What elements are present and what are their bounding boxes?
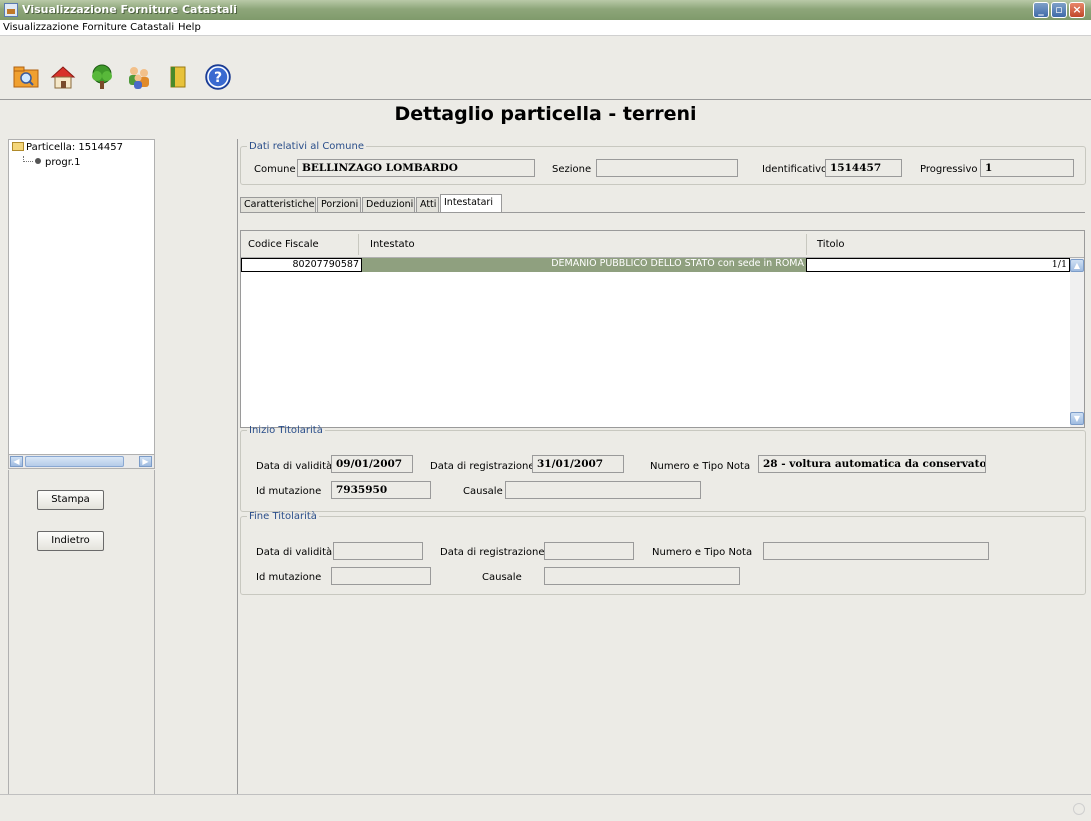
print-button[interactable]: Stampa (37, 490, 104, 510)
tree-connector (23, 156, 33, 162)
minimize-button[interactable]: _ (1033, 2, 1049, 18)
scroll-down-icon[interactable]: ▼ (1070, 412, 1084, 425)
cell-titolo[interactable]: 1/1 (806, 258, 1070, 272)
inizio-id-mutazione-field[interactable]: 7935950 (331, 481, 431, 499)
tree-item-label: progr.1 (45, 157, 81, 168)
fine-data-validita-label: Data di validità (256, 547, 333, 558)
menu-help[interactable]: Help (178, 22, 201, 33)
inizio-data-registrazione-field[interactable]: 31/01/2007 (532, 455, 624, 473)
inizio-causale-field[interactable] (505, 481, 701, 499)
maximize-button[interactable]: ▫ (1051, 2, 1067, 18)
table-header: Codice Fiscale Intestato Titolo (241, 231, 1084, 258)
fine-numero-tipo-nota-label: Numero e Tipo Nota (652, 547, 753, 558)
tab-caratteristiche[interactable]: Caratteristiche (240, 197, 316, 213)
book-icon[interactable] (165, 63, 193, 91)
fine-data-validita-field[interactable] (333, 542, 423, 560)
inizio-data-validita-label: Data di validità (256, 461, 333, 472)
tree-root-label: Particella: 1514457 (26, 142, 123, 153)
identificativo-field[interactable]: 1514457 (825, 159, 902, 177)
tab-deduzioni[interactable]: Deduzioni (362, 197, 415, 213)
progressivo-field[interactable]: 1 (980, 159, 1074, 177)
leaf-icon (35, 158, 41, 164)
tab-baseline (240, 212, 1085, 213)
column-separator (806, 234, 807, 255)
cell-intestato[interactable]: DEMANIO PUBBLICO DELLO STATO con sede in… (362, 258, 806, 272)
comune-group-legend: Dati relativi al Comune (249, 141, 364, 152)
left-panel (8, 470, 155, 794)
menu-visualizzazione[interactable]: Visualizzazione Forniture Catastali (3, 22, 174, 33)
column-header-codice-fiscale[interactable]: Codice Fiscale (248, 239, 319, 250)
resize-grip-icon[interactable] (1073, 803, 1085, 815)
scroll-right-icon[interactable]: ▶ (139, 456, 152, 467)
column-header-intestato[interactable]: Intestato (370, 239, 415, 250)
app-icon (4, 3, 18, 17)
inizio-data-validita-field[interactable]: 09/01/2007 (331, 455, 413, 473)
fine-causale-label: Causale (482, 572, 522, 583)
toolbar: ? (0, 57, 1091, 100)
tab-porzioni[interactable]: Porzioni (317, 197, 361, 213)
fine-id-mutazione-label: Id mutazione (256, 572, 322, 583)
people-icon[interactable] (125, 63, 153, 91)
window-title: Visualizzazione Forniture Catastali (22, 3, 237, 16)
cell-codice-fiscale[interactable]: 80207790587 (241, 258, 362, 272)
sezione-label: Sezione (552, 164, 592, 175)
status-bar (0, 794, 1091, 821)
inizio-id-mutazione-label: Id mutazione (256, 486, 322, 497)
help-icon[interactable]: ? (204, 63, 232, 91)
tree-item-progr[interactable]: progr.1 (23, 156, 80, 168)
column-header-titolo[interactable]: Titolo (817, 239, 845, 250)
close-button[interactable]: × (1069, 2, 1085, 18)
inizio-causale-label: Causale (463, 486, 503, 497)
fine-legend: Fine Titolarità (249, 511, 317, 522)
tree-panel: Particella: 1514457 progr.1 (8, 139, 155, 462)
progressivo-label: Progressivo (920, 164, 978, 175)
house-icon[interactable] (49, 63, 77, 91)
tree-root-particella[interactable]: Particella: 1514457 (12, 142, 123, 153)
title-bar: Visualizzazione Forniture Catastali _ ▫ … (0, 0, 1091, 20)
menu-bar: Visualizzazione Forniture Catastali Help (0, 20, 1091, 36)
inizio-numero-tipo-nota-field[interactable]: 28 - voltura automatica da conservatorie (758, 455, 986, 473)
svg-text:?: ? (214, 70, 222, 86)
tree-icon[interactable] (88, 63, 116, 91)
table-row[interactable]: 80207790587 DEMANIO PUBBLICO DELLO STATO… (241, 258, 1070, 272)
identificativo-label: Identificativo (762, 164, 828, 175)
fine-numero-tipo-nota-field[interactable] (763, 542, 989, 560)
panel-divider (237, 139, 238, 794)
comune-label: Comune (254, 164, 296, 175)
intestatari-table: Codice Fiscale Intestato Titolo 80207790… (240, 230, 1085, 428)
tree-horizontal-scrollbar[interactable]: ◀ ▶ (8, 454, 155, 469)
fine-causale-field[interactable] (544, 567, 740, 585)
sezione-field[interactable] (596, 159, 738, 177)
fine-data-registrazione-label: Data di registrazione (440, 547, 545, 558)
scroll-up-icon[interactable]: ▲ (1070, 259, 1084, 272)
comune-field[interactable]: BELLINZAGO LOMBARDO (297, 159, 535, 177)
tab-intestatari[interactable]: Intestatari (440, 194, 502, 213)
fine-id-mutazione-field[interactable] (331, 567, 431, 585)
inizio-data-registrazione-label: Data di registrazione (430, 461, 535, 472)
table-vertical-scrollbar[interactable]: ▲ ▼ (1070, 258, 1084, 427)
folder-icon (12, 142, 24, 151)
inizio-legend: Inizio Titolarità (249, 425, 323, 436)
fine-data-registrazione-field[interactable] (544, 542, 634, 560)
back-button[interactable]: Indietro (37, 531, 104, 551)
scroll-left-icon[interactable]: ◀ (10, 456, 23, 467)
page-title: Dettaglio particella - terreni (394, 103, 697, 125)
search-folder-icon[interactable] (12, 63, 40, 91)
inizio-numero-tipo-nota-label: Numero e Tipo Nota (650, 461, 751, 472)
column-separator (358, 234, 359, 255)
scroll-thumb[interactable] (25, 456, 124, 467)
tab-atti[interactable]: Atti (416, 197, 439, 213)
